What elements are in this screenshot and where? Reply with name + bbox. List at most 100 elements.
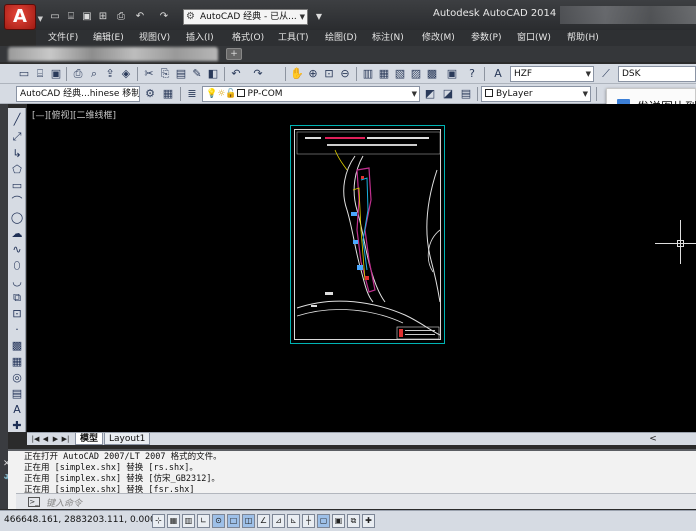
open-icon[interactable]: ⌸ xyxy=(32,66,48,82)
dynamic-ucs-button[interactable]: ⊿ xyxy=(272,514,285,528)
menu-window[interactable]: 窗口(W) xyxy=(517,30,551,46)
text-style-select[interactable]: HZF ▼ xyxy=(510,66,594,82)
redo-icon[interactable]: ↷ xyxy=(157,10,171,23)
markup-icon[interactable]: ▩ xyxy=(424,66,440,82)
annotation-monitor-button[interactable]: ✚ xyxy=(362,514,375,528)
make-block-icon[interactable]: ⊡ xyxy=(9,306,25,321)
menu-parametric[interactable]: 参数(P) xyxy=(471,30,501,46)
grid-display-button[interactable]: ▥ xyxy=(182,514,195,528)
3d-dwf-icon[interactable]: ◈ xyxy=(118,66,134,82)
first-layout-button[interactable]: |◀ xyxy=(31,434,40,444)
file-tab-blurred[interactable] xyxy=(8,47,218,61)
save-icon[interactable]: ▣ xyxy=(80,10,94,23)
menu-format[interactable]: 格式(O) xyxy=(232,30,264,46)
paste-icon[interactable]: ▤ xyxy=(173,66,189,82)
zoom-realtime-icon[interactable]: ⊕ xyxy=(305,66,321,82)
menu-help[interactable]: 帮助(H) xyxy=(567,30,599,46)
layer-properties-icon[interactable]: ≣ xyxy=(184,86,200,102)
next-layout-button[interactable]: ▶ xyxy=(51,434,60,444)
tool-palettes-icon[interactable]: ▧ xyxy=(392,66,408,82)
object-snap-tracking-button[interactable]: ∠ xyxy=(257,514,270,528)
object-snap-button[interactable]: □ xyxy=(227,514,240,528)
polar-tracking-button[interactable]: ⊙ xyxy=(212,514,225,528)
saveas-icon[interactable]: ⊞ xyxy=(96,10,110,23)
quickcalc-icon[interactable]: ▣ xyxy=(444,66,460,82)
sheet-set-icon[interactable]: ▨ xyxy=(408,66,424,82)
infer-constraints-button[interactable]: ⊹ xyxy=(152,514,165,528)
preview-icon[interactable]: ⌕ xyxy=(86,66,102,82)
new-tab-button[interactable]: + xyxy=(226,48,242,60)
new-icon[interactable]: ▭ xyxy=(48,10,62,23)
scroll-left-button[interactable]: < xyxy=(647,433,659,445)
arc-icon[interactable]: ⌒ xyxy=(9,194,25,209)
viewport-controls[interactable]: [—][俯视][二维线框] xyxy=(32,108,116,121)
block-editor-icon[interactable]: ◧ xyxy=(205,66,221,82)
coordinates-readout[interactable]: 466648.161, 2883203.111, 0.000 xyxy=(4,515,156,525)
construction-line-icon[interactable]: ⤢ xyxy=(9,129,25,144)
revision-cloud-icon[interactable]: ☁ xyxy=(9,226,25,241)
redo-icon[interactable]: ↷ xyxy=(250,66,266,82)
hatch-icon[interactable]: ▩ xyxy=(9,338,25,353)
table-icon[interactable]: ▤ xyxy=(9,386,25,401)
selection-cycling-button[interactable]: ⧉ xyxy=(347,514,360,528)
gear-icon[interactable]: ⚙ xyxy=(142,86,158,102)
snap-mode-button[interactable]: ▦ xyxy=(167,514,180,528)
dynamic-input-button[interactable]: ⊾ xyxy=(287,514,300,528)
design-center-icon[interactable]: ▦ xyxy=(376,66,392,82)
layer-state-icon[interactable]: ▤ xyxy=(458,86,474,102)
layer-select[interactable]: 💡☼🔓 PP-COM ▼ xyxy=(202,86,420,102)
3d-osnap-button[interactable]: ◫ xyxy=(242,514,255,528)
menu-modify[interactable]: 修改(M) xyxy=(422,30,455,46)
color-select[interactable]: ByLayer ▼ xyxy=(481,86,591,102)
match-properties-icon[interactable]: ✎ xyxy=(189,66,205,82)
workspace-toolbar-select[interactable]: AutoCAD 经典...hinese 移制 xyxy=(16,86,140,102)
properties-icon[interactable]: ▥ xyxy=(360,66,376,82)
zoom-previous-icon[interactable]: ⊖ xyxy=(337,66,353,82)
line-icon[interactable]: ╱ xyxy=(9,112,25,127)
region-icon[interactable]: ◎ xyxy=(9,370,25,385)
undo-icon[interactable]: ↶ xyxy=(133,10,147,23)
print-icon[interactable]: ⎙ xyxy=(70,66,86,82)
prev-layout-button[interactable]: ◀ xyxy=(41,434,50,444)
quick-properties-button[interactable]: ▣ xyxy=(332,514,345,528)
ellipse-icon[interactable]: ⬯ xyxy=(9,258,25,273)
polyline-icon[interactable]: ↳ xyxy=(9,146,25,161)
rectangle-icon[interactable]: ▭ xyxy=(9,178,25,193)
layer-previous-icon[interactable]: ◪ xyxy=(440,86,456,102)
application-menu-button[interactable]: A ▼ xyxy=(4,4,43,30)
cut-icon[interactable]: ✂ xyxy=(141,66,157,82)
circle-icon[interactable]: ◯ xyxy=(9,210,25,225)
point-icon[interactable]: · xyxy=(9,322,25,337)
undo-icon[interactable]: ↶ xyxy=(228,66,244,82)
menu-draw[interactable]: 绘图(D) xyxy=(325,30,357,46)
polygon-icon[interactable]: ⬠ xyxy=(9,162,25,177)
tab-model[interactable]: 模型 xyxy=(75,433,104,445)
ortho-mode-button[interactable]: ∟ xyxy=(197,514,210,528)
menu-dimension[interactable]: 标注(N) xyxy=(372,30,404,46)
menu-edit[interactable]: 编辑(E) xyxy=(93,30,124,46)
menu-insert[interactable]: 插入(I) xyxy=(186,30,214,46)
print-icon[interactable]: ⎙ xyxy=(114,10,128,23)
workspace-select[interactable]: ⚙ AutoCAD 经典 - 已从... ▼ xyxy=(183,9,308,25)
new-icon[interactable]: ▭ xyxy=(16,66,32,82)
gradient-icon[interactable]: ▦ xyxy=(9,354,25,369)
tab-layout1[interactable]: Layout1 xyxy=(104,433,151,445)
spline-icon[interactable]: ∿ xyxy=(9,242,25,257)
command-input[interactable]: >_ 键入命令 xyxy=(16,493,696,509)
customize-quick-access-button[interactable]: ▼ xyxy=(312,9,326,25)
lineweight-button[interactable]: ┼ xyxy=(302,514,315,528)
drawing-canvas[interactable]: [—][俯视][二维线框] xyxy=(27,104,696,432)
publish-icon[interactable]: ⇪ xyxy=(102,66,118,82)
menu-file[interactable]: 文件(F) xyxy=(48,30,78,46)
ellipse-arc-icon[interactable]: ◡ xyxy=(9,274,25,289)
multiline-text-icon[interactable]: A xyxy=(9,402,25,417)
menu-tools[interactable]: 工具(T) xyxy=(278,30,309,46)
transparency-button[interactable]: ▢ xyxy=(317,514,330,528)
make-current-layer-icon[interactable]: ◩ xyxy=(422,86,438,102)
pan-icon[interactable]: ✋ xyxy=(289,66,305,82)
save-icon[interactable]: ▣ xyxy=(48,66,64,82)
workspace-settings-icon[interactable]: ▦ xyxy=(160,86,176,102)
copy-icon[interactable]: ⎘ xyxy=(157,66,173,82)
zoom-window-icon[interactable]: ⊡ xyxy=(321,66,337,82)
insert-block-icon[interactable]: ⧉ xyxy=(9,290,25,305)
